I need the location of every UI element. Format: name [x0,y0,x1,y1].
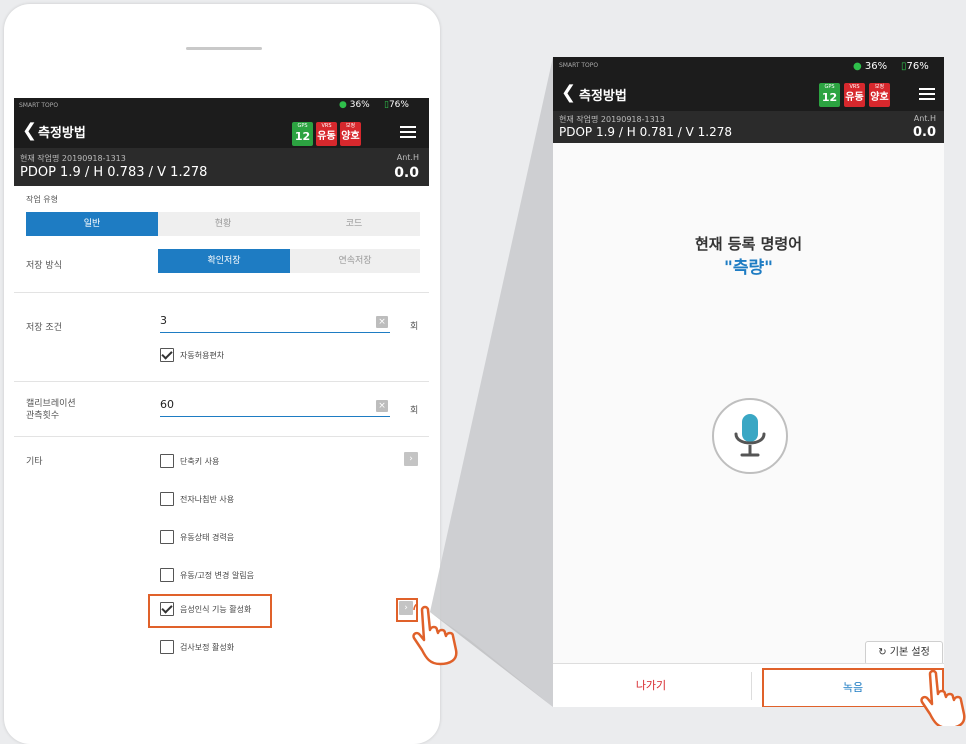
exit-button[interactable]: 나가기 [553,664,749,707]
float-alarm-checkbox[interactable] [160,530,174,544]
status-bar: SMART TOPO ● 36% ▯76% [14,98,429,114]
clear-calibration-icon[interactable]: × [376,400,388,412]
battery-value: 76% [906,61,929,72]
job-name: 현재 작업명 20190918-1313 [559,115,665,124]
title-bar: ❮ 측정방법 GPS 12 VRS 유동 보정 양호 [553,77,944,111]
hand-pointer-icon [412,604,458,666]
signal-value: 36% [864,61,888,72]
info-bar: 현재 작업명 20190918-1313 PDOP 1.9 / H 0.783 … [14,148,429,186]
tab-status[interactable]: 현황 [158,212,288,236]
fix-change-alarm-checkbox[interactable] [160,568,174,582]
compass-checkbox[interactable] [160,492,174,506]
fix-label: 보정 [874,84,885,90]
auto-tolerance-checkbox[interactable] [160,348,174,362]
clear-save-condition-icon[interactable]: × [376,316,388,328]
vrs-badge: VRS 유동 [316,122,337,146]
inspection-checkbox[interactable] [160,640,174,654]
option-label: 유동상태 경력음 [180,533,235,542]
voice-settings-screen: SMART TOPO ● 36% ▯76% ❮ 측정방법 GPS 12 VRS … [553,57,944,707]
voice-recognition-checkbox[interactable] [160,602,174,616]
menu-icon[interactable] [400,124,418,140]
reset-default-label: 기본 설정 [889,647,930,658]
divider [14,381,429,382]
tab-general[interactable]: 일반 [26,212,158,236]
reset-default-button[interactable]: ↻ 기본 설정 [865,641,943,665]
fix-badge: 보정 양호 [869,83,890,107]
save-condition-label: 저장 조건 [26,323,62,333]
brand-label: SMART TOPO [19,102,59,109]
fix-status: 양호 [341,131,360,142]
refresh-icon: ↻ [878,647,887,658]
gps-badge: GPS 12 [292,122,313,146]
battery-indicator: ▯76% [384,100,409,110]
calibration-label-2: 관측횟수 [26,411,60,421]
vrs-badge: VRS 유동 [844,83,865,107]
work-type-label: 작업 유형 [26,195,58,204]
vrs-label: VRS [849,84,860,90]
gps-label: GPS [297,123,308,129]
calibration-unit: 회 [410,406,419,416]
current-command-label: 현재 등록 명령어 [694,235,803,253]
save-condition-input[interactable]: 3 [160,314,390,333]
microphone-icon[interactable] [712,398,788,474]
battery-value: 76% [388,100,409,110]
gps-count: 12 [821,91,838,104]
status-bar: SMART TOPO ● 36% ▯76% [553,57,944,77]
brand-label: SMART TOPO [559,62,599,69]
etc-label: 기타 [26,457,43,467]
phone-speaker [186,47,262,50]
pdop-readout: PDOP 1.9 / H 0.783 / V 1.278 [20,165,208,180]
option-label: 전자나침반 사용 [180,495,235,504]
option-label: 단축키 사용 [180,457,220,466]
option-label: 검사보정 활성화 [180,643,235,652]
shortcut-settings-arrow-icon[interactable]: › [404,452,418,466]
gps-label: GPS [824,84,835,90]
anth-label: Ant.H [396,153,419,162]
option-label: 유동/고정 변경 알림음 [180,571,255,580]
anth-value: 0.0 [394,165,419,181]
auto-tolerance-label: 자동허용편차 [180,351,225,360]
back-arrow-icon[interactable]: ❮ [561,82,576,103]
vrs-label: VRS [321,123,332,129]
menu-icon[interactable] [919,86,937,102]
job-name: 현재 작업명 20190918-1313 [20,154,126,163]
save-condition-unit: 회 [410,322,419,332]
battery-indicator: ▯76% [901,61,929,72]
shortcut-checkbox[interactable] [160,454,174,468]
save-method-label: 저장 방식 [26,261,62,271]
record-button[interactable]: 녹음 [762,668,944,707]
info-bar: 현재 작업명 20190918-1313 PDOP 1.9 / H 0.781 … [553,111,944,143]
bottom-bar: 나가기 녹음 [553,663,944,707]
calibration-input[interactable]: 60 [160,398,390,417]
tab-continuous-save[interactable]: 연속저장 [290,249,420,273]
back-arrow-icon[interactable]: ❮ [22,120,37,141]
page-title: 측정방법 [38,126,86,141]
gps-count: 12 [294,130,311,143]
anth-label: Ant.H [913,114,936,123]
vrs-status: 유동 [317,131,336,142]
tab-confirm-save[interactable]: 확인저장 [158,249,290,273]
option-label: 음성인식 기능 활성화 [180,605,252,614]
fix-label: 보정 [345,123,356,129]
fix-badge: 보정 양호 [340,122,361,146]
tab-code[interactable]: 코드 [288,212,420,236]
signal-indicator: ● 36% [853,61,888,72]
gps-badge: GPS 12 [819,83,840,107]
hand-pointer-icon [920,669,966,726]
fix-status: 양호 [870,92,889,103]
title-bar: ❮ 측정방법 GPS 12 VRS 유동 보정 양호 [14,114,429,148]
signal-indicator: ● 36% [339,100,370,110]
vrs-status: 유동 [845,92,864,103]
anth-value: 0.0 [912,125,936,140]
pdop-readout: PDOP 1.9 / H 0.781 / V 1.278 [559,125,732,139]
divider [751,672,752,700]
current-command-value: "측량" [724,258,773,278]
signal-value: 36% [349,100,370,110]
phone-screen: SMART TOPO ● 36% ▯76% ❮ 측정방법 GPS 12 VRS … [14,98,429,726]
divider [14,292,429,293]
divider [14,436,429,437]
page-title: 측정방법 [579,89,627,104]
